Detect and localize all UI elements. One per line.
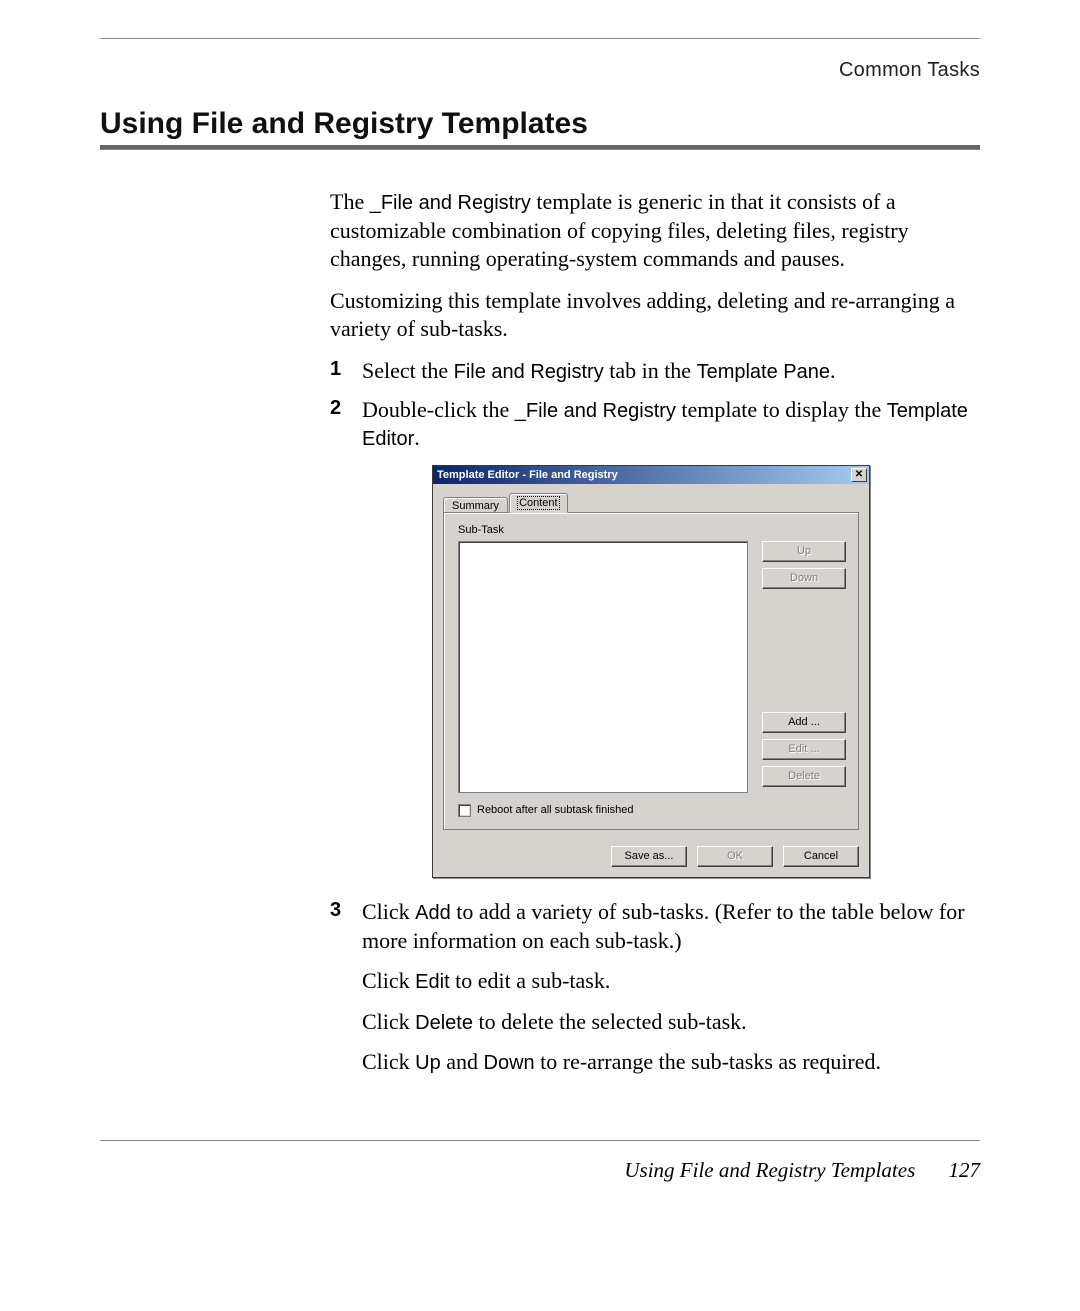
step-subline: Click Up and Down to re-arrange the sub-… — [362, 1048, 980, 1077]
reboot-label: Reboot after all subtask finished — [477, 803, 634, 817]
body-column: The _File and Registry template is gener… — [330, 188, 980, 1077]
inline-code: _File and Registry — [370, 192, 531, 214]
ui-term: _File and Registry — [515, 400, 676, 422]
text: . — [414, 425, 420, 450]
text: and — [441, 1049, 484, 1074]
template-editor-dialog: Template Editor - File and Registry ✕ Su… — [432, 465, 870, 878]
section-underline — [100, 145, 980, 150]
intro-paragraph-2: Customizing this template involves addin… — [330, 287, 980, 343]
up-button[interactable]: Up — [762, 541, 846, 562]
intro-paragraph-1: The _File and Registry template is gener… — [330, 188, 980, 273]
save-as-button[interactable]: Save as... — [611, 846, 687, 867]
text: to delete the selected sub-task. — [473, 1009, 747, 1034]
reboot-row: Reboot after all subtask finished — [458, 803, 848, 817]
text: Double-click the — [362, 397, 515, 422]
spacer — [762, 595, 846, 712]
tab-panel-content: Sub-Task Up Down Add ... Edit ... — [443, 512, 859, 830]
ui-term: Down — [484, 1052, 535, 1074]
text: template to display the — [676, 397, 887, 422]
dialog-tabs: Summary Content — [443, 492, 859, 512]
ok-button[interactable]: OK — [697, 846, 773, 867]
subtask-row: Up Down Add ... Edit ... Delete — [458, 541, 848, 793]
add-button[interactable]: Add ... — [762, 712, 846, 733]
edit-button[interactable]: Edit ... — [762, 739, 846, 760]
side-button-column: Up Down Add ... Edit ... Delete — [762, 541, 846, 793]
document-page: Common Tasks Using File and Registry Tem… — [0, 0, 1080, 1311]
step-text: Double-click the _File and Registry temp… — [362, 397, 968, 451]
dialog-title: Template Editor - File and Registry — [437, 468, 618, 482]
step-subline: Click Delete to delete the selected sub-… — [362, 1008, 980, 1037]
dialog-figure: Template Editor - File and Registry ✕ Su… — [432, 465, 980, 878]
subtask-listbox[interactable] — [458, 541, 748, 793]
text: to add a variety of sub-tasks. (Refer to… — [362, 899, 965, 953]
ui-term: Template Pane — [697, 361, 830, 383]
section-heading: Using File and Registry Templates — [100, 107, 980, 141]
cancel-button[interactable]: Cancel — [783, 846, 859, 867]
page-footer: Using File and Registry Templates 127 — [624, 1158, 980, 1183]
text: Click — [362, 1009, 415, 1034]
bottom-rule — [100, 1140, 980, 1141]
step-text: Select the File and Registry tab in the … — [362, 358, 836, 383]
ui-term: Add — [415, 902, 451, 924]
dialog-body: Summary Content Sub-Task Up Down — [433, 484, 869, 840]
down-button[interactable]: Down — [762, 568, 846, 589]
tab-label: Summary — [452, 500, 499, 512]
text: Click — [362, 899, 415, 924]
text: to re-arrange the sub-tasks as required. — [535, 1049, 881, 1074]
dialog-footer: Save as... OK Cancel — [433, 840, 869, 877]
text: Select the — [362, 358, 454, 383]
text: . — [830, 358, 836, 383]
ui-term: Delete — [415, 1012, 473, 1034]
step-subline: Click Edit to edit a sub-task. — [362, 967, 980, 996]
close-icon[interactable]: ✕ — [851, 468, 867, 482]
subtask-label: Sub-Task — [458, 523, 848, 537]
step-1: 1 Select the File and Registry tab in th… — [330, 357, 980, 386]
text: Click — [362, 1049, 415, 1074]
step-number: 2 — [330, 396, 341, 422]
running-header: Common Tasks — [100, 59, 980, 82]
ui-term: File and Registry — [454, 361, 604, 383]
text: tab in the — [604, 358, 697, 383]
delete-button[interactable]: Delete — [762, 766, 846, 787]
steps-list: 1 Select the File and Registry tab in th… — [330, 357, 980, 1076]
step-number: 3 — [330, 898, 341, 924]
dialog-titlebar[interactable]: Template Editor - File and Registry ✕ — [433, 466, 869, 484]
footer-page-number: 127 — [949, 1158, 981, 1182]
reboot-checkbox[interactable] — [458, 804, 471, 817]
footer-section-title: Using File and Registry Templates — [624, 1158, 915, 1182]
text: Click — [362, 968, 415, 993]
step-text: Click Add to add a variety of sub-tasks.… — [362, 899, 965, 953]
step-number: 1 — [330, 357, 341, 383]
text: The — [330, 189, 370, 214]
text: to edit a sub-task. — [450, 968, 611, 993]
step-3: 3 Click Add to add a variety of sub-task… — [330, 898, 980, 1077]
step-2: 2 Double-click the _File and Registry te… — [330, 396, 980, 878]
tab-content[interactable]: Content — [509, 493, 568, 513]
ui-term: Up — [415, 1052, 441, 1074]
tab-label: Content — [518, 497, 559, 509]
top-rule — [100, 38, 980, 39]
ui-term: Edit — [415, 971, 449, 993]
